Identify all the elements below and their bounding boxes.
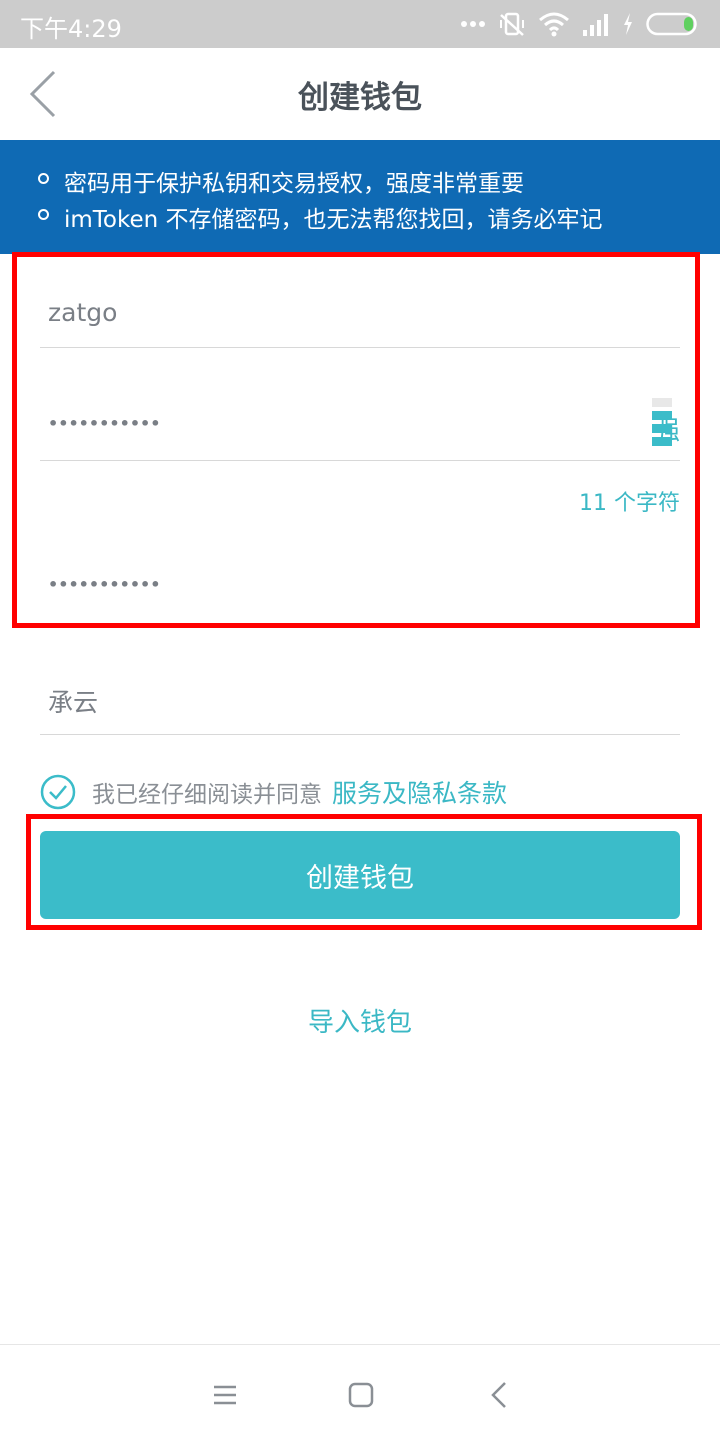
strength-meter <box>652 398 672 450</box>
agreement-text: 我已经仔细阅读并同意 <box>92 782 322 808</box>
password-hint-field[interactable] <box>40 686 680 735</box>
notice-text: imToken 不存储密码，也无法帮您找回，请务必牢记 <box>64 207 603 233</box>
char-count: 11 个字符 <box>579 491 680 516</box>
wifi-icon <box>539 12 569 37</box>
strength-bar <box>652 437 672 446</box>
strength-bar <box>652 424 672 433</box>
notice-text: 密码用于保护私钥和交易授权，强度非常重要 <box>64 171 524 197</box>
home-icon[interactable] <box>341 1375 381 1415</box>
page-title: 创建钱包 <box>298 80 422 116</box>
password-field[interactable]: ••••••••••• <box>40 372 680 461</box>
charging-icon <box>624 13 632 35</box>
strength-bar <box>652 398 672 407</box>
wallet-name-field[interactable] <box>40 298 680 348</box>
more-dots-icon <box>461 21 485 27</box>
status-bar: 下午4:29 <box>0 0 720 48</box>
confirm-password-input[interactable]: ••••••••••• <box>48 575 161 594</box>
status-time: 下午4:29 <box>20 15 122 43</box>
terms-link[interactable]: 服务及隐私条款 <box>332 774 507 810</box>
header: 创建钱包 <box>0 48 720 140</box>
notice-line: imToken 不存储密码，也无法帮您找回，请务必牢记 <box>38 200 603 234</box>
signal-icon <box>583 14 608 36</box>
bullet-icon <box>38 173 49 184</box>
create-wallet-button[interactable]: 创建钱包 <box>40 831 680 919</box>
vibrate-off-icon <box>500 12 524 36</box>
password-input[interactable]: ••••••••••• <box>48 414 161 433</box>
back-icon[interactable] <box>480 1375 520 1415</box>
battery-icon <box>646 12 697 36</box>
status-icons <box>460 10 700 38</box>
strength-bar <box>652 411 672 420</box>
password-hint-input[interactable] <box>40 686 680 715</box>
import-wallet-link[interactable]: 导入钱包 <box>0 1002 720 1039</box>
notice-banner: 密码用于保护私钥和交易授权，强度非常重要 imToken 不存储密码，也无法帮您… <box>0 140 720 254</box>
bullet-icon <box>38 209 49 220</box>
notice-line: 密码用于保护私钥和交易授权，强度非常重要 <box>38 164 524 198</box>
confirm-password-field[interactable]: ••••••••••• <box>40 520 680 608</box>
system-nav-bar <box>0 1344 720 1441</box>
menu-icon[interactable] <box>205 1375 245 1415</box>
wallet-name-input[interactable] <box>40 298 680 327</box>
check-circle-icon[interactable] <box>40 774 76 810</box>
agreement-row: 我已经仔细阅读并同意 服务及隐私条款 <box>40 774 507 810</box>
